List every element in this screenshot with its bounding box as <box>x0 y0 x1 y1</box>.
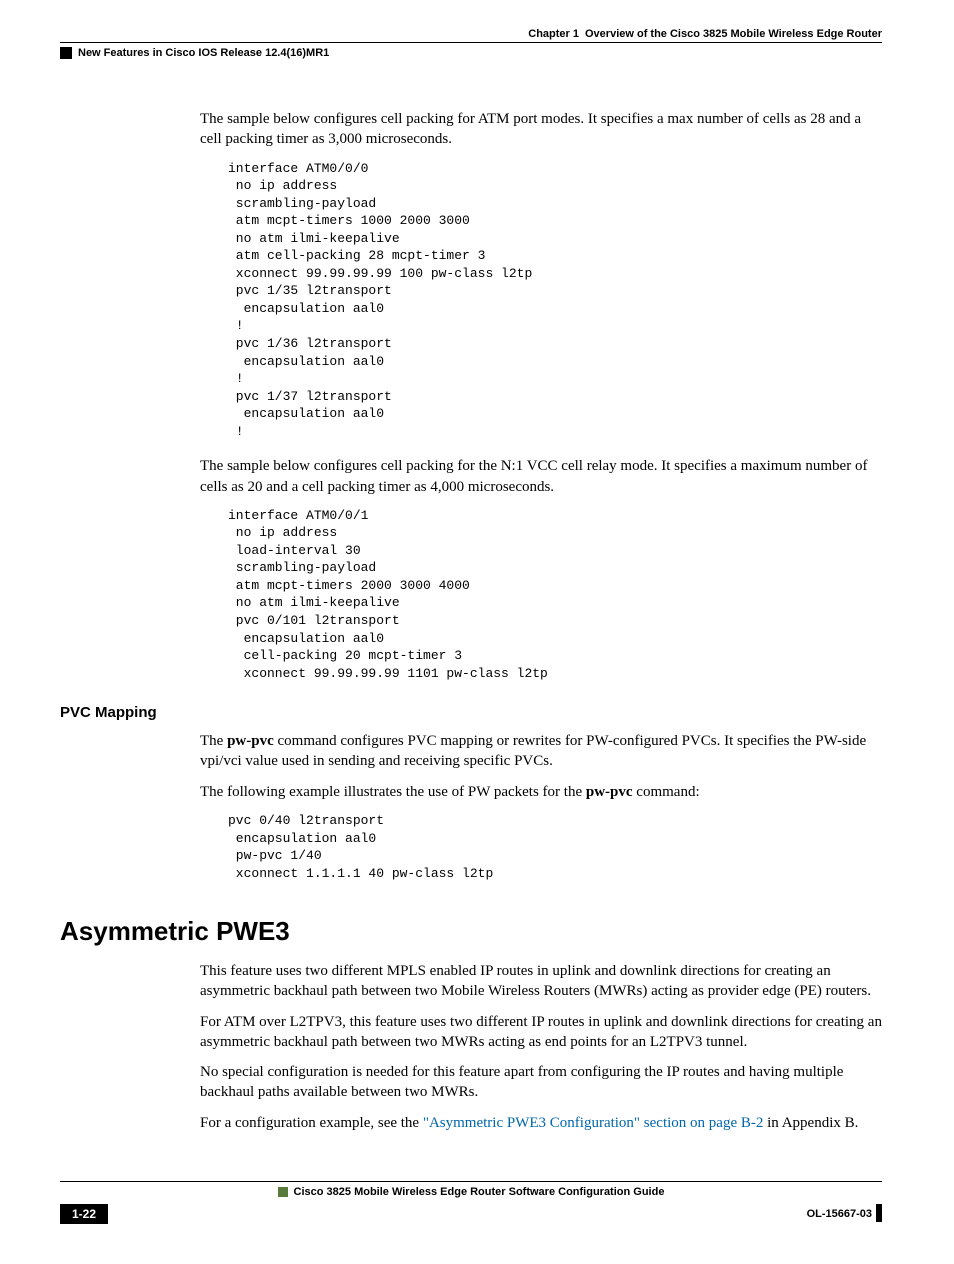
command-name: pw-pvc <box>227 733 274 749</box>
code-block-pw-pvc: pvc 0/40 l2transport encapsulation aal0 … <box>228 812 882 882</box>
footer-guide-title: Cisco 3825 Mobile Wireless Edge Router S… <box>60 1186 882 1198</box>
chapter-label: Chapter 1 <box>528 28 585 40</box>
document-id: OL-15667-03 <box>807 1208 872 1220</box>
text-run: in Appendix B. <box>763 1115 858 1131</box>
page-content: The sample below configures cell packing… <box>200 109 882 1133</box>
section-breadcrumb: New Features in Cisco IOS Release 12.4(1… <box>78 47 329 59</box>
body-paragraph: The pw-pvc command configures PVC mappin… <box>200 731 882 772</box>
heading-asymmetric-pwe3: Asymmetric PWE3 <box>60 916 882 947</box>
header-rule <box>60 42 882 43</box>
text-run: command configures PVC mapping or rewrit… <box>200 733 866 769</box>
heading-pvc-mapping: PVC Mapping <box>60 704 882 721</box>
body-paragraph: For ATM over L2TPV3, this feature uses t… <box>200 1012 882 1053</box>
running-header: Chapter 1 Overview of the Cisco 3825 Mob… <box>60 28 882 40</box>
command-name: pw-pvc <box>586 784 633 800</box>
body-paragraph: This feature uses two different MPLS ena… <box>200 961 882 1002</box>
body-paragraph: The sample below configures cell packing… <box>200 109 882 150</box>
body-paragraph: The sample below configures cell packing… <box>200 456 882 497</box>
text-run: The following example illustrates the us… <box>200 784 586 800</box>
chapter-title: Overview of the Cisco 3825 Mobile Wirele… <box>585 28 882 40</box>
text-run: The <box>200 733 227 749</box>
page-number-badge: 1-22 <box>60 1204 108 1224</box>
code-block-vcc-relay: interface ATM0/0/1 no ip address load-in… <box>228 507 882 682</box>
footer-marker-icon <box>278 1187 288 1197</box>
cross-reference-link[interactable]: "Asymmetric PWE3 Configuration" section … <box>423 1115 764 1131</box>
code-block-atm-port: interface ATM0/0/0 no ip address scrambl… <box>228 160 882 441</box>
footer-rule <box>60 1181 882 1182</box>
body-paragraph: No special configuration is needed for t… <box>200 1062 882 1103</box>
text-run: For a configuration example, see the <box>200 1115 423 1131</box>
body-paragraph: The following example illustrates the us… <box>200 782 882 802</box>
header-marker-icon <box>60 47 72 59</box>
footer-tick-icon <box>876 1204 882 1222</box>
text-run: command: <box>633 784 700 800</box>
guide-title-text: Cisco 3825 Mobile Wireless Edge Router S… <box>294 1186 665 1198</box>
body-paragraph: For a configuration example, see the "As… <box>200 1113 882 1133</box>
